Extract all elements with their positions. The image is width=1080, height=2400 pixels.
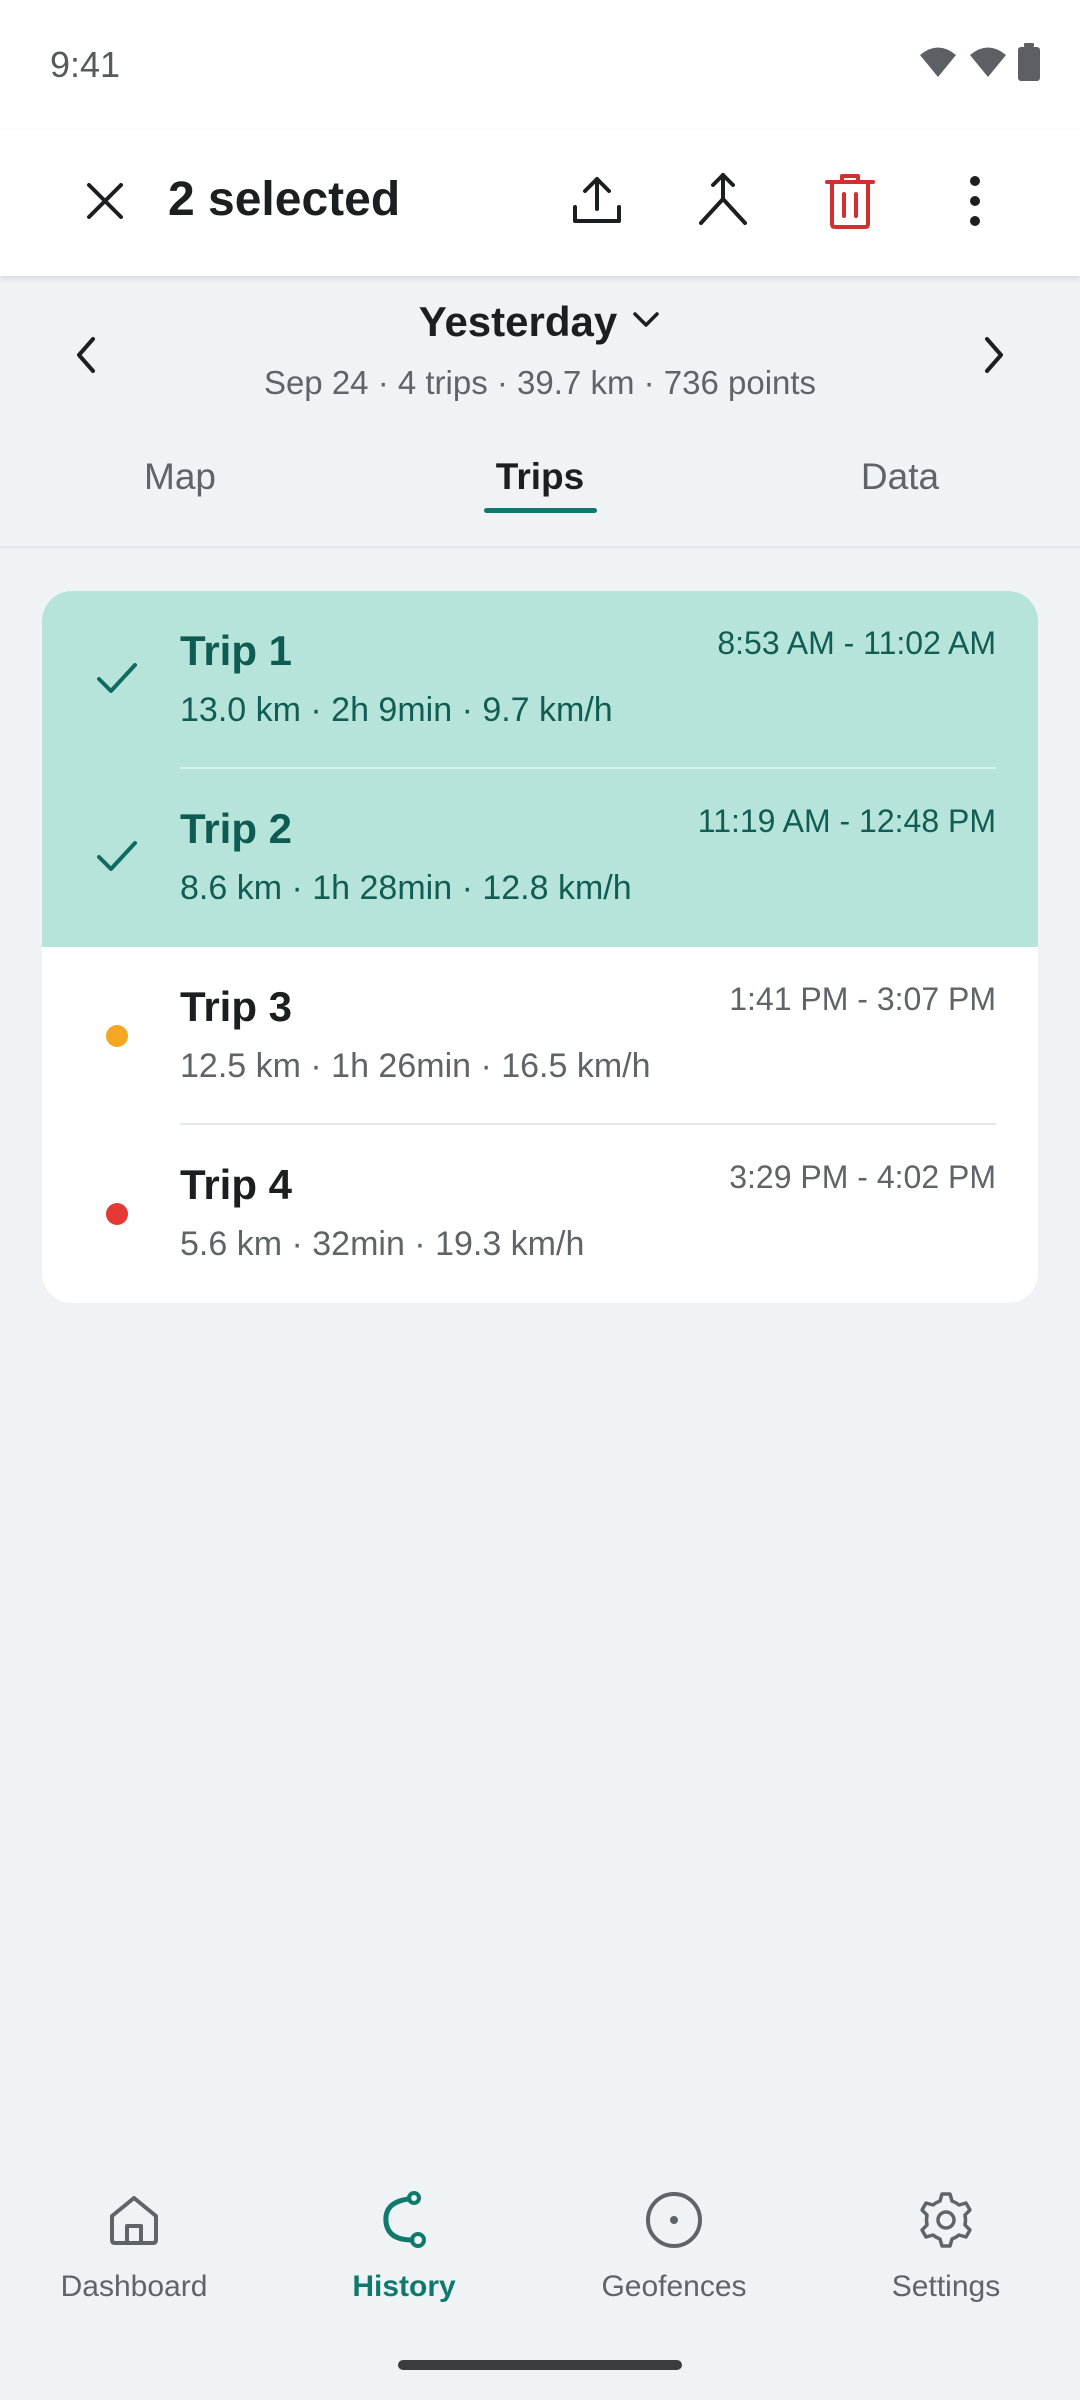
trip-name: Trip 1 (180, 627, 293, 674)
merge-icon (695, 171, 751, 236)
merge-trips-button[interactable] (678, 158, 768, 248)
trip-row-4[interactable]: Trip 4 5.6 km · 32min · 19.3 km/h 3:29 P… (42, 1125, 1038, 1303)
nav-dashboard[interactable]: Dashboard (24, 2180, 244, 2340)
date-summary: Sep 24 · 4 trips · 39.7 km · 736 points (263, 364, 817, 401)
selected-check (72, 635, 162, 725)
trip-time-range: 11:19 AM - 12:48 PM (697, 803, 996, 839)
trip-time-range: 1:41 PM - 3:07 PM (729, 981, 996, 1017)
date-header: Yesterday Sep 24 · 4 trips · 39.7 km · 7… (0, 276, 1080, 426)
trip-time-range: 8:53 AM - 11:02 AM (717, 625, 996, 661)
tab-data[interactable]: Data (820, 456, 980, 516)
selection-app-bar: 2 selected (0, 130, 1080, 276)
trip-stats: 13.0 km · 2h 9min · 9.7 km/h (180, 691, 613, 729)
home-icon (94, 2180, 174, 2260)
check-icon (95, 661, 139, 700)
trip-time-range: 3:29 PM - 4:02 PM (729, 1159, 996, 1195)
nav-label: Settings (891, 2270, 1001, 2303)
nav-settings[interactable]: Settings (836, 2180, 1056, 2340)
history-route-icon (364, 2180, 444, 2260)
active-tab-indicator (484, 508, 597, 513)
trip-list: Trip 1 13.0 km · 2h 9min · 9.7 km/h 8:53… (42, 591, 1038, 1303)
trip-stats: 8.6 km · 1h 28min · 12.8 km/h (180, 869, 632, 907)
tab-trips[interactable]: Trips (460, 456, 620, 516)
gear-icon (906, 2180, 986, 2260)
nav-label: History (352, 2270, 456, 2303)
upload-icon (569, 173, 625, 234)
date-picker-button[interactable]: Yesterday (0, 298, 1080, 346)
red-dot-icon (106, 1203, 128, 1225)
trip-color-marker (72, 991, 162, 1081)
battery-icon (1018, 42, 1040, 86)
trip-stats: 5.6 km · 32min · 19.3 km/h (180, 1225, 585, 1263)
nav-label: Geofences (601, 2270, 747, 2303)
trip-name: Trip 3 (180, 983, 293, 1030)
delete-button[interactable] (805, 158, 895, 248)
orange-dot-icon (106, 1025, 128, 1047)
signal-icon (968, 46, 1008, 83)
trip-row-2[interactable]: Trip 2 8.6 km · 1h 28min · 12.8 km/h 11:… (42, 769, 1038, 947)
delete-icon (825, 172, 875, 235)
trip-name: Trip 2 (180, 805, 293, 852)
chevron-right-icon (983, 335, 1007, 380)
export-button[interactable] (552, 158, 642, 248)
trip-stats: 12.5 km · 1h 26min · 16.5 km/h (180, 1047, 651, 1085)
nav-label: Dashboard (60, 2270, 208, 2303)
trip-name: Trip 4 (180, 1161, 293, 1208)
trip-row-1[interactable]: Trip 1 13.0 km · 2h 9min · 9.7 km/h 8:53… (42, 591, 1038, 769)
date-title: Yesterday (418, 298, 618, 345)
geofence-icon (634, 2180, 714, 2260)
tab-map[interactable]: Map (100, 456, 260, 516)
selection-count-title: 2 selected (168, 173, 401, 226)
status-time: 9:41 (50, 44, 121, 85)
next-day-button[interactable] (950, 312, 1040, 402)
selected-check (72, 813, 162, 903)
more-vert-icon (968, 175, 982, 232)
status-icons (918, 40, 1040, 88)
status-bar: 9:41 (0, 0, 1080, 130)
wifi-icon (918, 46, 958, 83)
nav-geofences[interactable]: Geofences (564, 2180, 784, 2340)
trip-color-marker (72, 1169, 162, 1259)
more-options-button[interactable] (930, 158, 1020, 248)
view-tabs: Map Trips Data (0, 426, 1080, 548)
trip-row-3[interactable]: Trip 3 12.5 km · 1h 26min · 16.5 km/h 1:… (42, 947, 1038, 1125)
chevron-down-icon (631, 310, 661, 335)
nav-history[interactable]: History (294, 2180, 514, 2340)
close-selection-button[interactable] (60, 158, 150, 248)
close-icon (83, 179, 127, 228)
gesture-handle (398, 2360, 682, 2370)
check-icon (95, 839, 139, 878)
